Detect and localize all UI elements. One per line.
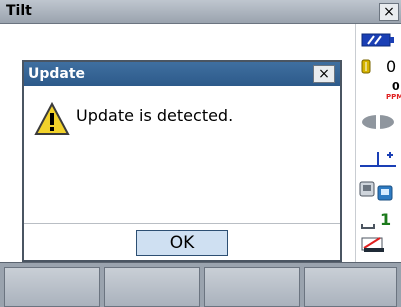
softkey-4[interactable] — [304, 267, 397, 307]
ok-button[interactable]: OK — [136, 230, 228, 256]
ppm-icon: 0 PPM — [356, 80, 401, 106]
ppm-label: PPM — [386, 93, 401, 101]
target-icon: 0 — [356, 54, 401, 82]
window-close-button[interactable]: × — [379, 3, 399, 21]
softkey-3[interactable] — [204, 267, 300, 307]
status-sidebar: 0 0 PPM 1 — [355, 24, 401, 262]
update-dialog: Update × Update is detected. OK — [22, 60, 342, 262]
close-icon: × — [318, 66, 330, 82]
battery-icon — [356, 28, 401, 56]
level-icon — [356, 178, 401, 206]
close-icon: × — [383, 4, 395, 20]
softkey-1[interactable] — [4, 267, 100, 307]
softkey-2[interactable] — [104, 267, 200, 307]
warning-icon — [34, 101, 70, 136]
page-number: 1 — [380, 210, 392, 229]
window-title-bar: Tilt × — [0, 0, 401, 24]
window-title: Tilt — [6, 3, 32, 19]
tilt-icon — [356, 146, 401, 174]
dialog-message: Update is detected. — [76, 106, 234, 125]
dialog-body: Update is detected. — [24, 86, 340, 224]
softkey-bar — [0, 262, 401, 307]
target-value: 0 — [386, 57, 397, 76]
no-edit-icon — [356, 232, 401, 260]
dialog-title: Update — [28, 66, 86, 82]
dialog-close-button[interactable]: × — [313, 65, 335, 83]
ppm-value: 0 — [392, 80, 400, 93]
dialog-title-bar: Update × — [24, 62, 340, 86]
prism-icon — [356, 110, 401, 138]
dialog-footer: OK — [24, 223, 340, 260]
